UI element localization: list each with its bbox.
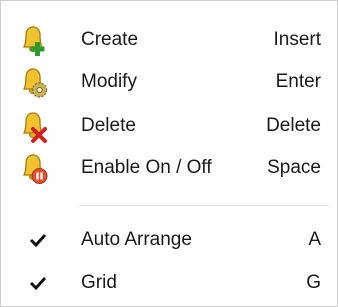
menu-item-label: Delete [81,115,136,136]
menu-item-label: Enable On / Off [81,157,212,178]
bell-toggle-icon [17,151,51,185]
bell-add-icon [17,23,51,57]
menu-item-grid[interactable]: Grid G [5,262,333,304]
menu-item-shortcut: A [308,229,321,250]
menu-separator [79,205,329,206]
menu-item-label: Create [81,29,139,50]
menu-item-enable-toggle[interactable]: Enable On / Off Space [5,147,333,189]
menu-item-label: Grid [81,272,117,293]
menu-item-shortcut: Delete [266,115,321,136]
context-menu: Create Insert Modify Enter Delete Delete [0,0,338,307]
menu-item-label: Modify [81,71,137,92]
menu-item-auto-arrange[interactable]: Auto Arrange A [5,219,333,261]
menu-item-create[interactable]: Create Insert [5,19,333,61]
bell-gear-icon [17,65,51,99]
checkmark-icon [27,272,49,294]
menu-item-delete[interactable]: Delete Delete [5,105,333,147]
menu-item-shortcut: Enter [275,71,321,92]
checkmark-icon [27,229,49,251]
menu-item-modify[interactable]: Modify Enter [5,61,333,103]
menu-item-shortcut: Space [267,157,321,178]
menu-item-shortcut: G [306,272,321,293]
menu-item-shortcut: Insert [273,29,321,50]
bell-delete-icon [17,109,51,143]
menu-item-label: Auto Arrange [81,229,192,250]
